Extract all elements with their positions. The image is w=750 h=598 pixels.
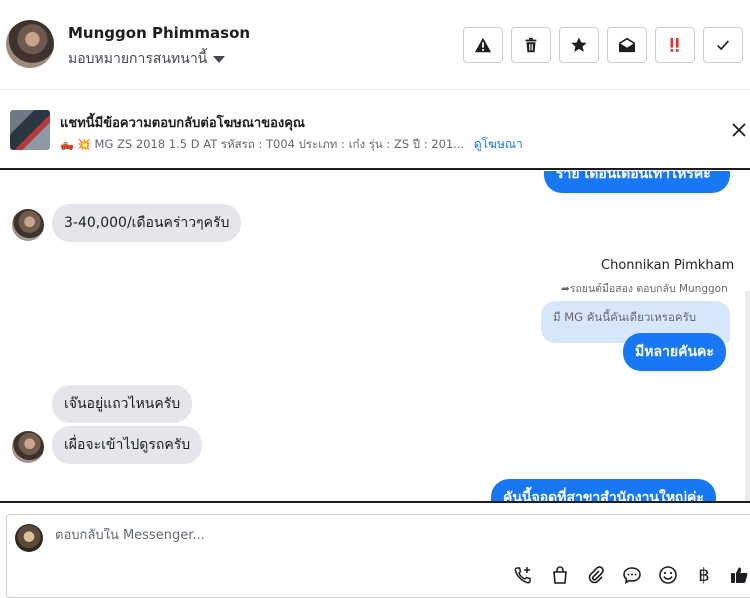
incoming-message: 3-40,000/เดือนคร่าวๆครับ bbox=[52, 204, 242, 242]
conversation-header: Munggon Phimmason มอบหมายการสนทนานี้ bbox=[0, 0, 750, 90]
caret-down-icon bbox=[213, 55, 226, 63]
page-avatar bbox=[15, 524, 43, 552]
report-button[interactable] bbox=[463, 27, 503, 63]
star-button[interactable] bbox=[559, 27, 599, 63]
mark-unread-icon bbox=[618, 37, 636, 53]
contact-avatar-small bbox=[12, 209, 44, 241]
view-ad-link[interactable]: ดูโฆษณา bbox=[474, 137, 523, 151]
car-boom-emoji: 🛻 💥 bbox=[60, 138, 91, 151]
ad-thumbnail[interactable] bbox=[10, 110, 50, 150]
ad-banner-title: แชทนี้มีข้อความตอบกลับต่อโฆษณาของคุณ bbox=[60, 116, 305, 131]
done-button[interactable] bbox=[703, 27, 743, 63]
emoji-icon[interactable] bbox=[657, 564, 679, 586]
ad-banner-subtitle: 🛻 💥 MG ZS 2018 1.5 D AT รหัสรถ : T004 ปร… bbox=[60, 135, 523, 154]
divider bbox=[0, 501, 750, 503]
shopping-bag-icon[interactable] bbox=[549, 564, 571, 586]
baht-payment-icon[interactable]: ฿ bbox=[693, 564, 715, 586]
saved-reply-icon[interactable] bbox=[621, 564, 643, 586]
scrollbar[interactable] bbox=[745, 291, 750, 501]
mark-unread-button[interactable] bbox=[607, 27, 647, 63]
incoming-message: เผื่อจะเข้าไปดูรถครับ bbox=[52, 426, 203, 464]
ad-reply-banner: แชทนี้มีข้อความตอบกลับต่อโฆษณาของคุณ 🛻 💥… bbox=[0, 90, 750, 170]
contact-avatar[interactable] bbox=[6, 20, 54, 68]
warning-icon bbox=[474, 37, 492, 53]
outgoing-message: ราย เดือนเดือนเท่าไหร่คะ bbox=[544, 171, 730, 193]
message-thread[interactable]: ราย เดือนเดือนเท่าไหร่คะ 3-40,000/เดือนค… bbox=[0, 171, 750, 501]
assign-conversation-dropdown[interactable]: มอบหมายการสนทนานี้ bbox=[68, 48, 226, 70]
outgoing-message: คันนี้จอดที่สาขาสำนักงานใหญ่ค่ะ bbox=[491, 479, 716, 501]
trash-icon bbox=[525, 37, 537, 53]
reply-arrow-icon: ➦ bbox=[561, 283, 570, 295]
delete-button[interactable] bbox=[511, 27, 551, 63]
contact-name[interactable]: Munggon Phimmason bbox=[68, 24, 250, 42]
reply-note: ➦รถยนต์มือสอง ตอบกลับ Munggon bbox=[561, 283, 728, 295]
contact-avatar-small bbox=[12, 431, 44, 463]
paperclip-icon[interactable] bbox=[585, 564, 607, 586]
reply-input[interactable] bbox=[55, 528, 505, 543]
thumbs-up-icon[interactable] bbox=[728, 564, 750, 586]
checkmark-icon bbox=[717, 40, 730, 51]
incoming-message: เจ๊นอยู่แถวไหนครับ bbox=[52, 385, 193, 423]
star-icon bbox=[571, 37, 587, 52]
ad-description: MG ZS 2018 1.5 D AT รหัสรถ : T004 ประเภท… bbox=[94, 137, 465, 151]
assign-label: มอบหมายการสนทนานี้ bbox=[68, 51, 208, 67]
follow-up-icon bbox=[670, 37, 679, 52]
follow-up-button[interactable] bbox=[655, 27, 695, 63]
close-icon[interactable] bbox=[731, 122, 747, 138]
call-request-icon[interactable] bbox=[512, 564, 534, 586]
sender-name: Chonnikan Pimkham bbox=[601, 258, 735, 273]
outgoing-message: มีหลายคันคะ bbox=[623, 333, 726, 371]
